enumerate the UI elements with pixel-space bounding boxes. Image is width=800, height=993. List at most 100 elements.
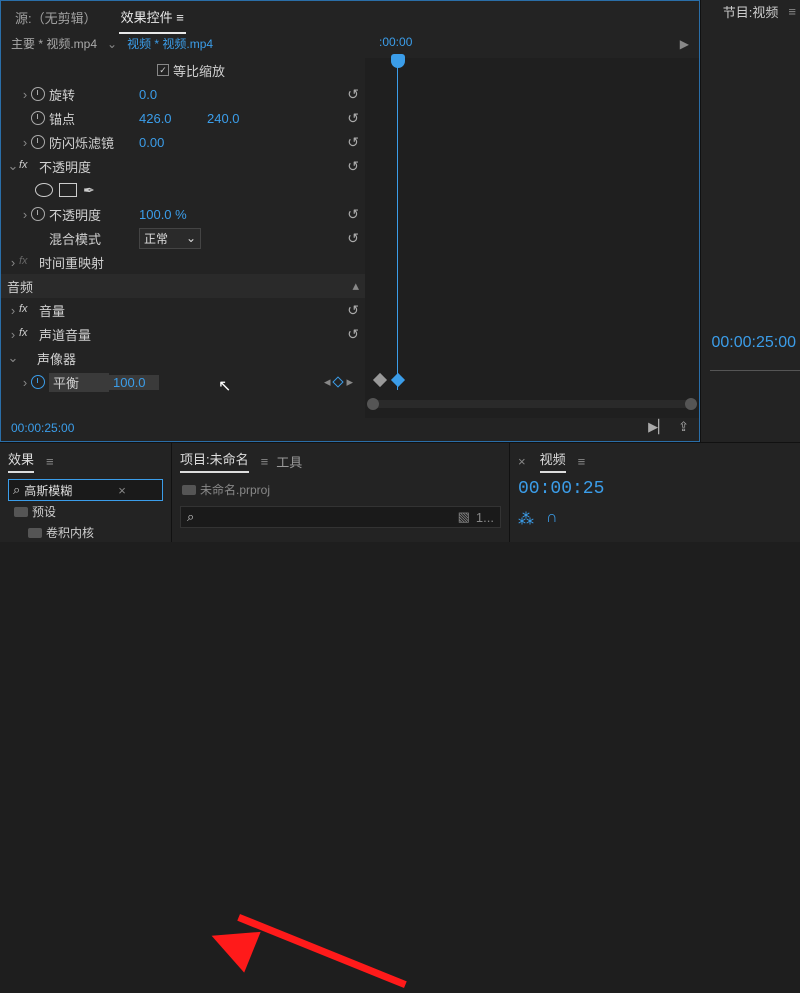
blend-mode-row: 混合模式 正常⌄ ↺ (1, 226, 365, 250)
fx-badge-icon[interactable]: fx (19, 255, 35, 269)
playhead-head-icon[interactable] (391, 54, 405, 68)
mask-shapes-row: ✒ (1, 178, 365, 202)
stopwatch-icon[interactable] (31, 87, 45, 101)
chevron-down-icon: ⌄ (186, 231, 196, 245)
tab-effect-controls[interactable]: 效果控件 ≡ (119, 3, 186, 34)
folder-icon (28, 528, 42, 538)
stopwatch-icon[interactable] (31, 375, 45, 389)
section-triangle-icon[interactable]: ▴ (352, 278, 359, 294)
timeremap-row: fx 时间重映射 (1, 250, 365, 274)
program-timecode[interactable]: 00:00:25:00 (711, 334, 796, 352)
effects-search-input[interactable] (24, 483, 114, 497)
keyframe-diamond-icon[interactable] (373, 373, 387, 387)
balance-label: 平衡 (49, 373, 109, 392)
loop-icon[interactable]: ▶▏ (648, 419, 668, 435)
search-icon: ⌕ (187, 509, 194, 525)
panner-label[interactable]: 声像器 (37, 349, 359, 368)
rotation-label: 旋转 (49, 85, 139, 104)
twirl-icon[interactable] (19, 135, 31, 150)
project-panel-title[interactable]: 项目:未命名 (180, 449, 249, 473)
blend-mode-dropdown[interactable]: 正常⌄ (139, 228, 201, 249)
clear-search-icon[interactable]: × (118, 483, 126, 498)
reset-icon[interactable]: ↺ (347, 158, 359, 175)
sequence-panel-title[interactable]: 视频 (540, 449, 566, 473)
current-timecode[interactable]: 00:00:25:00 (11, 421, 74, 435)
ellipse-mask-icon[interactable] (35, 183, 53, 197)
reset-icon[interactable]: ↺ (347, 326, 359, 343)
uniform-scale-label: 等比缩放 (173, 61, 359, 80)
twirl-icon[interactable] (19, 87, 31, 102)
fx-badge-icon[interactable]: fx (19, 303, 35, 317)
fx-badge-icon[interactable]: fx (19, 327, 35, 341)
stopwatch-icon[interactable] (31, 111, 45, 125)
add-keyframe-icon[interactable] (333, 376, 344, 387)
opacity-value[interactable]: 100.0 % (139, 207, 189, 222)
twirl-icon[interactable] (7, 350, 19, 366)
stopwatch-icon[interactable] (31, 135, 45, 149)
reset-icon[interactable]: ↺ (347, 230, 359, 247)
close-icon[interactable]: × (518, 454, 526, 469)
menu-icon[interactable]: ≡ (578, 454, 586, 469)
twirl-icon[interactable] (19, 375, 31, 390)
project-root[interactable]: 未命名.prproj (180, 479, 501, 500)
blend-label: 混合模式 (49, 229, 139, 248)
tree-item-presets[interactable]: 预设 (8, 501, 163, 522)
menu-icon[interactable]: ≡ (261, 454, 269, 469)
reset-icon[interactable]: ↺ (347, 86, 359, 103)
prev-keyframe-icon[interactable]: ◂ (324, 374, 331, 390)
timeremap-label[interactable]: 时间重映射 (39, 253, 359, 272)
pen-mask-icon[interactable]: ✒ (83, 182, 95, 199)
sequence-clip-name[interactable]: 视频 * 视频.mp4 (127, 35, 213, 52)
snap-icon[interactable]: ⁂ (518, 509, 534, 529)
scrollbar-handle-icon[interactable] (367, 398, 379, 410)
sequence-panel: × 视频 ≡ 00:00:25 ⁂ ∩ (510, 442, 800, 542)
twirl-icon[interactable] (7, 327, 19, 342)
reset-icon[interactable]: ↺ (347, 110, 359, 127)
twirl-icon[interactable] (7, 158, 19, 174)
channel-volume-label[interactable]: 声道音量 (39, 325, 347, 344)
volume-label[interactable]: 音量 (39, 301, 347, 320)
play-icon[interactable]: ▶ (680, 37, 689, 51)
tree-item-convolution[interactable]: 卷积内核 (8, 522, 163, 543)
timeline-scrollbar[interactable] (369, 400, 695, 408)
anchor-y-value[interactable]: 240.0 (207, 111, 240, 126)
rotation-value[interactable]: 0.0 (139, 87, 189, 102)
effects-panel: 效果 ≡ ⌕ × 预设 卷积内核 (0, 442, 172, 542)
twirl-icon[interactable] (19, 207, 31, 222)
balance-row: 平衡 100.0 ◂ ▸ (1, 370, 365, 394)
reset-icon[interactable]: ↺ (347, 302, 359, 319)
balance-value[interactable]: 100.0 (109, 375, 159, 390)
program-ruler[interactable] (710, 370, 800, 382)
rect-mask-icon[interactable] (59, 183, 77, 197)
scrollbar-handle-icon[interactable] (685, 398, 697, 410)
keyframe-lane (365, 368, 699, 392)
opacity-section-label[interactable]: 不透明度 (39, 157, 347, 176)
item-count: 1... (476, 510, 494, 525)
menu-icon[interactable]: ≡ (46, 454, 54, 469)
chevron-down-icon[interactable]: ⌄ (107, 37, 117, 51)
playhead[interactable] (397, 58, 398, 390)
master-clip-name[interactable]: 主要 * 视频.mp4 (11, 35, 97, 52)
anchor-x-value[interactable]: 426.0 (139, 111, 189, 126)
next-keyframe-icon[interactable]: ▸ (346, 374, 353, 390)
audio-header-label: 音频 (7, 277, 352, 296)
uniform-scale-checkbox[interactable]: ✓ (157, 64, 169, 76)
sequence-timecode[interactable]: 00:00:25 (518, 479, 792, 499)
export-icon[interactable]: ⇪ (678, 419, 689, 435)
program-tab-label[interactable]: 节目:视频 (723, 2, 779, 21)
reset-icon[interactable]: ↺ (347, 206, 359, 223)
magnet-icon[interactable]: ∩ (546, 509, 558, 529)
project-search-input[interactable] (200, 510, 451, 524)
keyframe-diamond-icon[interactable] (391, 373, 405, 387)
tools-tab[interactable]: 工具 (276, 452, 302, 471)
stopwatch-icon[interactable] (31, 207, 45, 221)
flicker-value[interactable]: 0.00 (139, 135, 189, 150)
tab-source[interactable]: 源:（无剪辑） (13, 4, 99, 33)
reset-icon[interactable]: ↺ (347, 134, 359, 151)
fx-badge-icon[interactable]: fx (19, 159, 35, 173)
twirl-icon[interactable] (7, 255, 19, 270)
effects-panel-title[interactable]: 效果 (8, 449, 34, 473)
menu-icon[interactable]: ≡ (788, 4, 796, 19)
twirl-icon[interactable] (7, 303, 19, 318)
bin-icon[interactable]: ▧ (458, 509, 470, 525)
